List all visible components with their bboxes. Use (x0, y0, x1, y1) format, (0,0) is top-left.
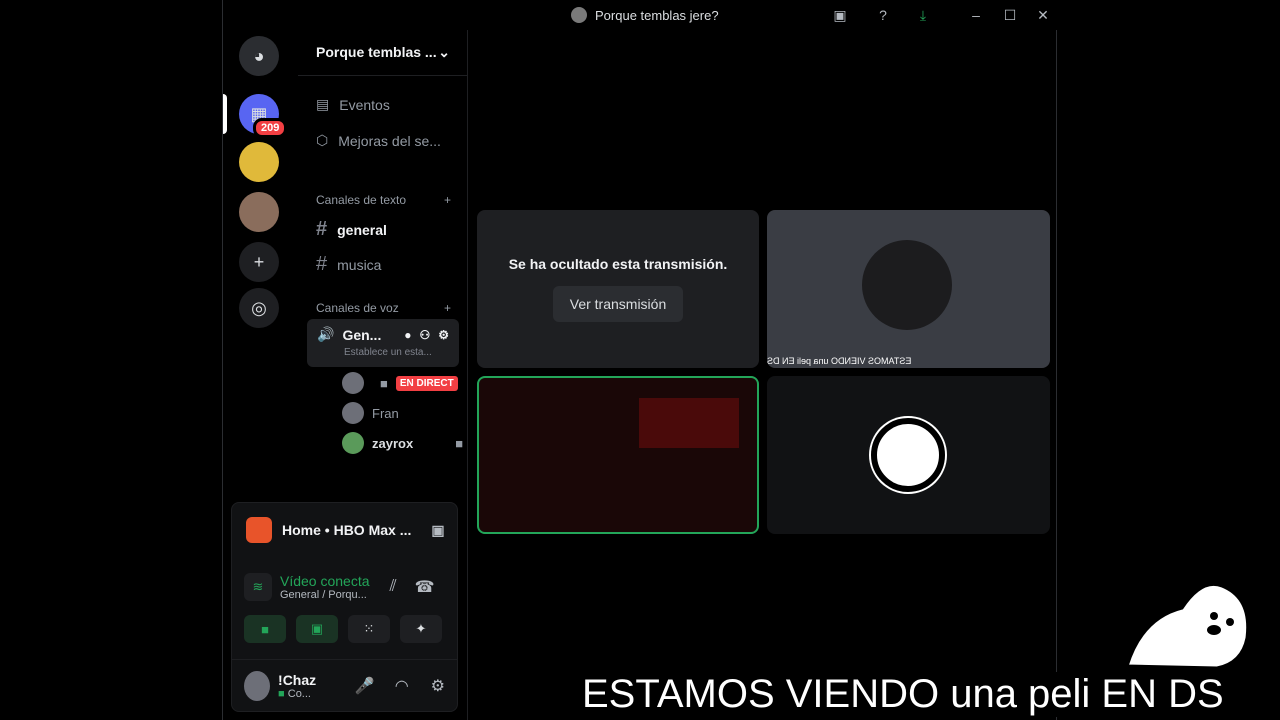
user-panel: Home • HBO Max ... ▣ ≋ Vídeo conecta Gen… (231, 502, 458, 712)
text-category[interactable]: Canales de texto + (316, 193, 451, 207)
soundboard-button[interactable]: ✦ (400, 615, 442, 643)
disconnect-icon[interactable]: ☎ (415, 577, 435, 597)
speaker-icon: 🔊 (317, 326, 335, 342)
camera-button[interactable]: ■ (244, 615, 286, 643)
channel-musica[interactable]: # musica (316, 253, 381, 276)
hash-icon: # (316, 218, 328, 240)
voice-member-2[interactable]: Fran (342, 402, 399, 424)
stop-stream-icon[interactable]: ▣ (431, 522, 444, 539)
avatar (342, 402, 364, 424)
gear-icon[interactable]: ⚙ (438, 328, 449, 342)
hash-icon: # (316, 253, 328, 275)
window-title: Porque temblas jere? (571, 7, 719, 23)
maximize-icon[interactable]: ☐ (1000, 6, 1020, 24)
minimize-icon[interactable]: – (966, 6, 986, 24)
camera-tile-1[interactable]: ESTAMOS VIENDO una peli EN DS (767, 210, 1050, 368)
channel-avatar (571, 7, 587, 23)
chevron-down-icon: ⌄ (438, 44, 450, 60)
unread-badge: 209 (253, 118, 288, 138)
avatar-tile[interactable] (767, 376, 1050, 534)
close-icon[interactable]: ✕ (1033, 6, 1053, 24)
camera-icon: ■ (455, 435, 464, 451)
help-icon[interactable]: ? (873, 6, 893, 24)
gear-icon[interactable]: ⚙ (431, 676, 445, 696)
title-bar: Porque temblas jere? ▣ ? ⤓ – ☐ ✕ (223, 0, 1058, 30)
voice-member-3[interactable]: zayrox ■ (342, 432, 463, 454)
hidden-stream-tile: Se ha ocultado esta transmisión. Ver tra… (477, 210, 759, 368)
add-channel-icon[interactable]: + (444, 301, 451, 315)
avatar[interactable] (244, 671, 271, 701)
discover-icon[interactable]: ◎ (239, 288, 279, 328)
activity-row[interactable]: Home • HBO Max ... ▣ (246, 517, 445, 543)
voice-channel-general[interactable]: 🔊 Gen... ● ⚇ ⚙ Establece un esta... (307, 319, 459, 367)
noise-suppression-icon[interactable]: ⫽ (390, 578, 397, 596)
calendar-icon: ▤ (316, 96, 330, 112)
screen-share-button[interactable]: ▣ (296, 615, 338, 643)
discord-home-icon[interactable]: ◕ (239, 36, 279, 76)
view-stream-button[interactable]: Ver transmisión (553, 286, 683, 322)
invite-icon[interactable]: ⚇ (419, 328, 430, 342)
guild-header[interactable]: Porque temblas ... ⌄ (298, 30, 468, 76)
discord-window: Porque temblas jere? ▣ ? ⤓ – ☐ ✕ ◕ ▦ 209… (222, 0, 1058, 720)
camera-icon: ■ (380, 375, 388, 391)
server-active-pill (223, 94, 227, 134)
avatar (342, 432, 364, 454)
voice-connection: ≋ Vídeo conecta General / Porqu... ⫽ ☎ (244, 573, 435, 601)
events-link[interactable]: ▤ Eventos (316, 96, 390, 113)
signal-icon[interactable]: ≋ (244, 573, 272, 601)
avatar (342, 372, 364, 394)
headphones-icon[interactable]: ◠ (395, 676, 409, 696)
user-bar: !Chaz ■ Co... 🎤 ◠ ⚙ (232, 659, 457, 712)
user-avatar-logo (871, 418, 945, 492)
add-channel-icon[interactable]: + (444, 193, 451, 207)
boosts-link[interactable]: ⬡ Mejoras del se... (316, 132, 441, 149)
chat-icon[interactable]: ● (404, 328, 411, 342)
download-icon[interactable]: ⤓ (913, 6, 933, 24)
ghost-mascot-icon (1124, 582, 1250, 670)
server-icon-3[interactable] (239, 192, 279, 232)
server-icon-2[interactable] (239, 142, 279, 182)
microphone-icon[interactable]: 🎤 (355, 676, 375, 696)
channel-general[interactable]: # general (316, 218, 387, 241)
stream-caption: ESTAMOS VIENDO una peli EN DS (580, 672, 1226, 717)
camera-tile-2-speaking[interactable] (477, 376, 759, 534)
activities-button[interactable]: ⁙ (348, 615, 390, 643)
voice-category[interactable]: Canales de voz + (316, 301, 451, 315)
add-server-icon[interactable]: + (239, 242, 279, 282)
person-silhouette (862, 240, 952, 330)
voice-controls: ■ ▣ ⁙ ✦ (244, 615, 442, 643)
voice-status-text[interactable]: Establece un esta... (344, 347, 449, 358)
voice-member-1[interactable]: ■ EN DIRECT (342, 372, 458, 394)
red-light (639, 398, 739, 448)
inbox-icon[interactable]: ▣ (830, 6, 850, 24)
status-icon: ■ (278, 688, 285, 700)
live-badge: EN DIRECT (395, 375, 458, 391)
boost-icon: ⬡ (316, 132, 329, 148)
brave-icon (246, 517, 272, 543)
